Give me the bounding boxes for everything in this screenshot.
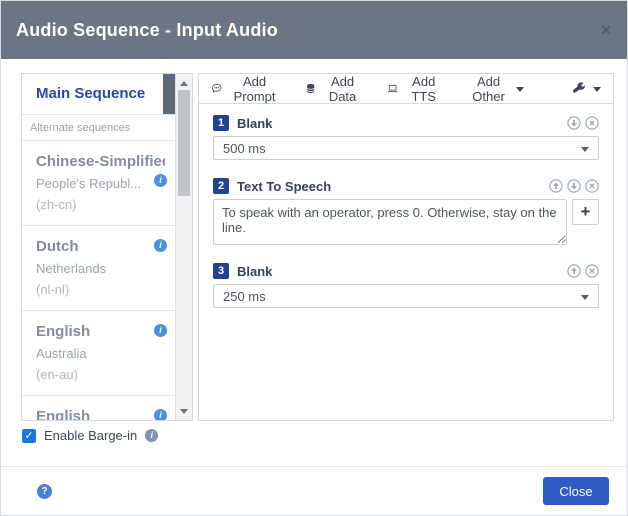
language-name: English [36, 323, 91, 340]
enable-barge-in-label: Enable Barge-in [44, 428, 138, 443]
move-down-icon[interactable] [567, 116, 581, 130]
step-controls [549, 179, 599, 193]
add-prompt-button[interactable]: Add Prompt [211, 74, 281, 104]
chevron-down-icon [515, 87, 524, 92]
move-up-icon[interactable] [567, 264, 581, 278]
tab-main-sequence[interactable]: Main Sequence [22, 74, 175, 114]
step-number-badge: 1 [213, 115, 229, 131]
scroll-down-arrow-icon[interactable] [176, 404, 192, 418]
blank-duration-select[interactable]: 500 ms [213, 136, 599, 160]
audio-sequence-dialog: Audio Sequence - Input Audio ✕ Main Sequ… [0, 0, 628, 516]
info-icon[interactable]: i [154, 239, 167, 252]
language-name: Chinese-Simplified [36, 153, 165, 170]
settings-wrench-dropdown[interactable] [572, 81, 601, 96]
language-region: People's Republ... [36, 176, 142, 191]
add-tts-segment-button[interactable]: + [572, 199, 599, 225]
selected-duration: 500 ms [223, 140, 266, 156]
scrollbar-thumb[interactable] [178, 90, 190, 196]
selected-duration: 250 ms [223, 288, 266, 304]
add-tts-button[interactable]: Add TTS [387, 74, 443, 104]
add-other-label: Add Other [472, 73, 505, 104]
remove-step-icon[interactable] [585, 264, 599, 278]
language-code: (en-au) [36, 367, 78, 382]
sequence-sidebar: Main Sequence Alternate sequences Chines… [21, 73, 193, 421]
language-name: Dutch [36, 238, 79, 255]
sequence-item-header: 3 Blank [213, 263, 599, 279]
language-code: (zh-cn) [36, 197, 77, 212]
info-icon[interactable]: i [154, 409, 167, 420]
info-icon[interactable]: i [154, 174, 167, 187]
add-tts-label: Add TTS [411, 73, 437, 104]
step-number-badge: 3 [213, 263, 229, 279]
info-icon[interactable]: i [154, 324, 167, 337]
info-icon[interactable]: i [145, 429, 159, 442]
tts-input-row: To speak with an operator, press 0. Othe… [213, 199, 599, 245]
language-item-english-2[interactable]: English i [22, 396, 175, 420]
language-region: Netherlands [36, 261, 107, 276]
close-icon[interactable]: ✕ [600, 22, 612, 39]
sequence-items: 1 Blank 500 ms 2 Text To Speech To speak… [199, 104, 613, 337]
close-button[interactable]: Close [543, 477, 609, 505]
barge-in-row: ✓ Enable Barge-in i [22, 428, 159, 443]
add-data-label: Add Data [328, 73, 357, 104]
language-name: English [36, 408, 91, 420]
dialog-footer: ? Close [1, 466, 627, 515]
help-icon[interactable]: ? [37, 483, 52, 499]
step-type-label: Text To Speech [237, 178, 332, 194]
chevron-down-icon [581, 146, 589, 152]
step-number-badge: 2 [213, 178, 229, 194]
main-sequence-label: Main Sequence [36, 85, 146, 102]
blank-duration-select[interactable]: 250 ms [213, 284, 599, 308]
move-up-icon[interactable] [549, 179, 563, 193]
dialog-title: Audio Sequence - Input Audio [16, 19, 278, 40]
editor-toolbar: Add Prompt Add Data Add TTS Add Other [199, 74, 613, 104]
scroll-up-arrow-icon[interactable] [176, 76, 192, 90]
dialog-header: Audio Sequence - Input Audio ✕ [1, 1, 627, 59]
speech-bubble-icon [211, 83, 222, 93]
alternate-sequences-label: Alternate sequences [22, 114, 175, 141]
sequence-editor-panel: Add Prompt Add Data Add TTS Add Other 1 … [198, 73, 614, 421]
chevron-down-icon [581, 294, 589, 300]
add-prompt-label: Add Prompt [233, 73, 276, 104]
step-type-label: Blank [237, 263, 273, 279]
language-item-en-au[interactable]: English Australia (en-au) i [22, 311, 175, 396]
add-other-dropdown[interactable]: Add Other [467, 74, 524, 104]
remove-step-icon[interactable] [585, 179, 599, 193]
language-item-zh-cn[interactable]: Chinese-Simplified People's Republ... (z… [22, 141, 175, 226]
step-controls [567, 116, 599, 130]
language-item-nl-nl[interactable]: Dutch Netherlands (nl-nl) i [22, 226, 175, 311]
sequence-item-1: 1 Blank 500 ms [213, 115, 599, 160]
step-controls [567, 264, 599, 278]
sequence-item-header: 2 Text To Speech [213, 178, 599, 194]
sequence-item-2: 2 Text To Speech To speak with an operat… [213, 178, 599, 245]
language-region: Australia [36, 346, 87, 361]
language-code: (nl-nl) [36, 282, 70, 297]
active-tab-indicator [163, 74, 175, 114]
step-type-label: Blank [237, 115, 273, 131]
laptop-icon [388, 84, 398, 93]
enable-barge-in-checkbox[interactable]: ✓ [22, 428, 36, 443]
sequence-item-3: 3 Blank 250 ms [213, 263, 599, 308]
sequence-list: Main Sequence Alternate sequences Chines… [22, 74, 175, 420]
chevron-down-icon [592, 87, 601, 92]
move-down-icon[interactable] [567, 179, 581, 193]
database-icon [306, 84, 315, 93]
tts-text-input[interactable]: To speak with an operator, press 0. Othe… [213, 199, 567, 245]
wrench-icon [572, 82, 586, 93]
sidebar-scrollbar[interactable] [175, 74, 192, 420]
remove-step-icon[interactable] [585, 116, 599, 130]
add-data-button[interactable]: Add Data [305, 74, 363, 104]
sequence-item-header: 1 Blank [213, 115, 599, 131]
